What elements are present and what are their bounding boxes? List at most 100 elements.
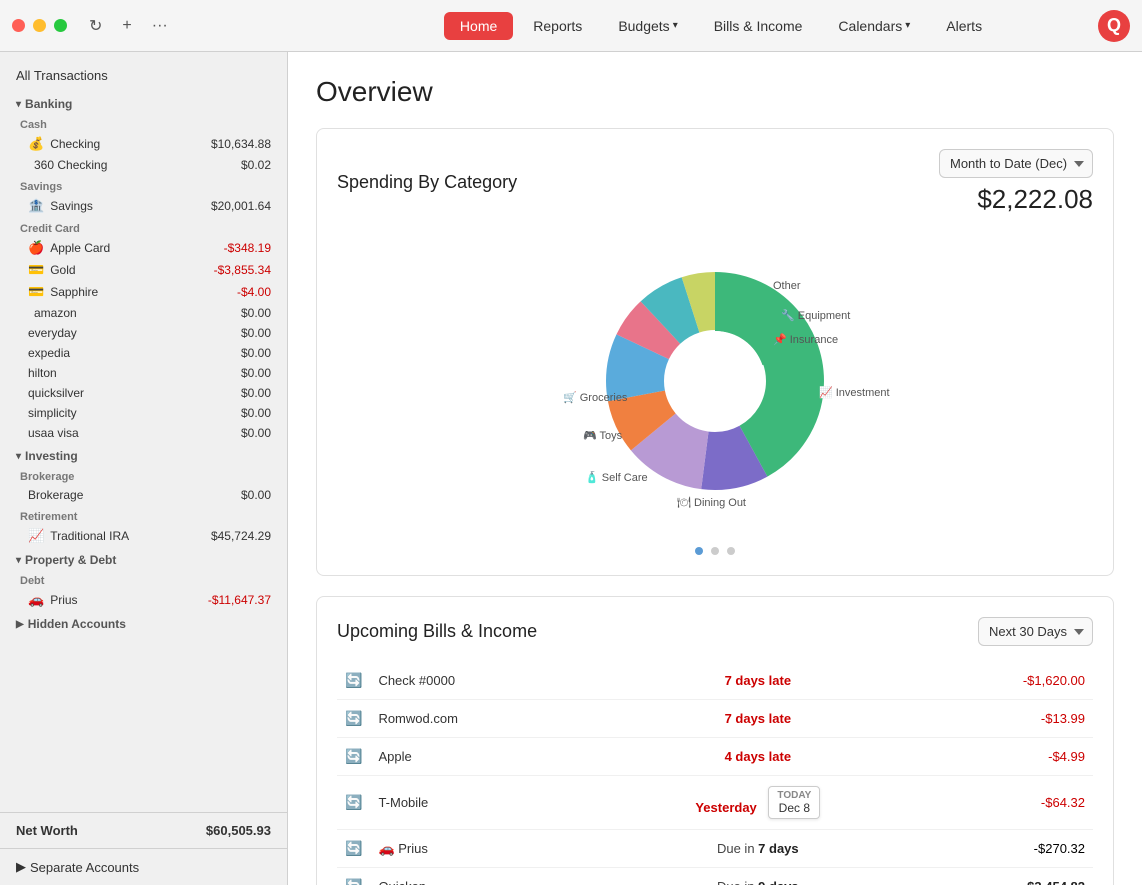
bills-row-check0000[interactable]: 🔄 Check #0000 7 days late -$1,620.00 xyxy=(337,662,1093,700)
chevron-right-icon-separate: ▶ xyxy=(16,859,26,875)
nav-bills-income[interactable]: Bills & Income xyxy=(698,12,819,40)
spending-total-amount: $2,222.08 xyxy=(977,184,1093,215)
quicken-name: Quicken xyxy=(370,868,619,885)
sidebar-item-simplicity[interactable]: simplicity $0.00 xyxy=(0,403,287,423)
quicksilver-label: quicksilver xyxy=(28,386,241,400)
tmobile-status: Yesterday TODAY Dec 8 xyxy=(619,776,896,830)
sapphire-label: Sapphire xyxy=(50,285,237,299)
romwod-icon: 🔄 xyxy=(345,710,362,726)
pagination-dot-3[interactable] xyxy=(727,547,735,555)
app-body: All Transactions ▾ Banking Cash 💰 Checki… xyxy=(0,52,1142,885)
gold-value: -$3,855.34 xyxy=(214,263,271,277)
sidebar-item-checking[interactable]: 💰 Checking $10,634.88 xyxy=(0,133,287,155)
brokerage-label: Brokerage xyxy=(28,488,241,502)
sidebar-item-expedia[interactable]: expedia $0.00 xyxy=(0,343,287,363)
sidebar-section-investing[interactable]: ▾ Investing xyxy=(0,443,287,465)
prius-label: Prius xyxy=(50,593,208,607)
separate-accounts[interactable]: ▶ Separate Accounts xyxy=(0,848,287,885)
sidebar-item-360checking[interactable]: 360 Checking $0.02 xyxy=(0,155,287,175)
sidebar-item-everyday[interactable]: everyday $0.00 xyxy=(0,323,287,343)
sidebar-item-savings[interactable]: 🏦 Savings $20,001.64 xyxy=(0,195,287,217)
sidebar-item-prius[interactable]: 🚗 Prius -$11,647.37 xyxy=(0,589,287,611)
bills-row-romwod[interactable]: 🔄 Romwod.com 7 days late -$13.99 xyxy=(337,700,1093,738)
apple-amount: -$4.99 xyxy=(896,738,1093,776)
nav-alerts[interactable]: Alerts xyxy=(930,12,998,40)
ira-label: Traditional IRA xyxy=(50,529,211,543)
prius-icon: 🚗 xyxy=(28,592,44,608)
sidebar-item-hilton[interactable]: hilton $0.00 xyxy=(0,363,287,383)
net-worth-value: $60,505.93 xyxy=(206,823,271,838)
gold-label: Gold xyxy=(50,263,213,277)
sidebar-item-gold[interactable]: 💳 Gold -$3,855.34 xyxy=(0,259,287,281)
sidebar-section-hidden[interactable]: ▶ Hidden Accounts xyxy=(0,611,287,633)
bills-table: 🔄 Check #0000 7 days late -$1,620.00 🔄 R… xyxy=(337,662,1093,885)
sidebar-section-property-debt[interactable]: ▾ Property & Debt xyxy=(0,547,287,569)
new-tab-button[interactable]: + xyxy=(116,13,137,39)
window-controls xyxy=(12,19,67,32)
gold-icon: 💳 xyxy=(28,262,44,278)
savings-label: Savings xyxy=(50,199,211,213)
nav-home[interactable]: Home xyxy=(444,12,513,40)
everyday-value: $0.00 xyxy=(241,326,271,340)
sidebar-subsection-creditcard: Credit Card xyxy=(0,221,287,237)
bills-row-tmobile[interactable]: 🔄 T-Mobile Yesterday TODAY Dec 8 -$64.32 xyxy=(337,776,1093,830)
sidebar-item-usaa[interactable]: usaa visa $0.00 xyxy=(0,423,287,443)
label-dining: 🍽 Dining Out xyxy=(677,496,746,509)
romwod-name: Romwod.com xyxy=(370,700,619,738)
chevron-down-icon-investing: ▾ xyxy=(16,451,21,462)
label-toys: 🎮 Toys xyxy=(583,430,623,442)
prius-bill-icon: 🔄 xyxy=(345,840,362,856)
tmobile-icon: 🔄 xyxy=(345,794,362,810)
pagination-dot-1[interactable] xyxy=(695,547,703,555)
check0000-name: Check #0000 xyxy=(370,662,619,700)
label-investment: 📈 Investment xyxy=(819,386,890,399)
simplicity-value: $0.00 xyxy=(241,406,271,420)
brokerage-value: $0.00 xyxy=(241,488,271,502)
apple-card-icon: 🍎 xyxy=(28,240,44,256)
prius-bill-status: Due in 7 days xyxy=(619,830,896,868)
apple-card-label: Apple Card xyxy=(50,241,223,255)
bills-row-prius[interactable]: 🔄 🚗 Prius Due in 7 days -$270.32 xyxy=(337,830,1093,868)
spending-period-select[interactable]: Month to Date (Dec) Last Month Last 3 Mo… xyxy=(939,149,1093,178)
sidebar-subsection-debt: Debt xyxy=(0,573,287,589)
separate-accounts-label: Separate Accounts xyxy=(30,860,139,875)
checking-icon: 💰 xyxy=(28,136,44,152)
prius-bill-name: 🚗 Prius xyxy=(370,830,619,868)
bills-row-quicken[interactable]: 🔄 Quicken Due in 9 days $3,454.82 xyxy=(337,868,1093,885)
bills-card: Upcoming Bills & Income Next 30 Days Nex… xyxy=(316,596,1114,885)
amazon-label: amazon xyxy=(34,306,241,320)
nav-budgets[interactable]: Budgets ▾ xyxy=(602,12,693,40)
nav-calendars[interactable]: Calendars ▾ xyxy=(822,12,926,40)
sidebar-item-amazon[interactable]: amazon $0.00 xyxy=(0,303,287,323)
sidebar-all-transactions[interactable]: All Transactions xyxy=(0,60,287,91)
romwod-status: 7 days late xyxy=(619,700,896,738)
check0000-amount: -$1,620.00 xyxy=(896,662,1093,700)
everyday-label: everyday xyxy=(28,326,241,340)
pagination-dots xyxy=(695,547,735,555)
bills-card-title: Upcoming Bills & Income xyxy=(337,621,537,642)
sidebar-item-traditional-ira[interactable]: 📈 Traditional IRA $45,724.29 xyxy=(0,525,287,547)
spending-card-title: Spending By Category xyxy=(337,172,517,193)
expedia-label: expedia xyxy=(28,346,241,360)
sidebar-item-sapphire[interactable]: 💳 Sapphire -$4.00 xyxy=(0,281,287,303)
nav-reports[interactable]: Reports xyxy=(517,12,598,40)
maximize-button[interactable] xyxy=(54,19,67,32)
pagination-dot-2[interactable] xyxy=(711,547,719,555)
sidebar-item-brokerage[interactable]: Brokerage $0.00 xyxy=(0,485,287,505)
net-worth-label: Net Worth xyxy=(16,823,78,838)
bills-row-apple[interactable]: 🔄 Apple 4 days late -$4.99 xyxy=(337,738,1093,776)
sidebar-item-quicksilver[interactable]: quicksilver $0.00 xyxy=(0,383,287,403)
refresh-button[interactable]: ↻ xyxy=(83,12,108,40)
sidebar-section-banking[interactable]: ▾ Banking xyxy=(0,91,287,113)
bills-period-select[interactable]: Next 30 Days Next 7 Days Next 14 Days Th… xyxy=(978,617,1093,646)
sidebar-subsection-brokerage: Brokerage xyxy=(0,469,287,485)
close-button[interactable] xyxy=(12,19,25,32)
sidebar-section-investing-label: Investing xyxy=(25,449,78,463)
savings-icon: 🏦 xyxy=(28,198,44,214)
quicken-icon: 🔄 xyxy=(345,878,362,885)
quicken-amount: $3,454.82 xyxy=(896,868,1093,885)
more-button[interactable]: ··· xyxy=(146,13,174,39)
sidebar-item-apple-card[interactable]: 🍎 Apple Card -$348.19 xyxy=(0,237,287,259)
minimize-button[interactable] xyxy=(33,19,46,32)
sidebar-subsection-retirement: Retirement xyxy=(0,509,287,525)
